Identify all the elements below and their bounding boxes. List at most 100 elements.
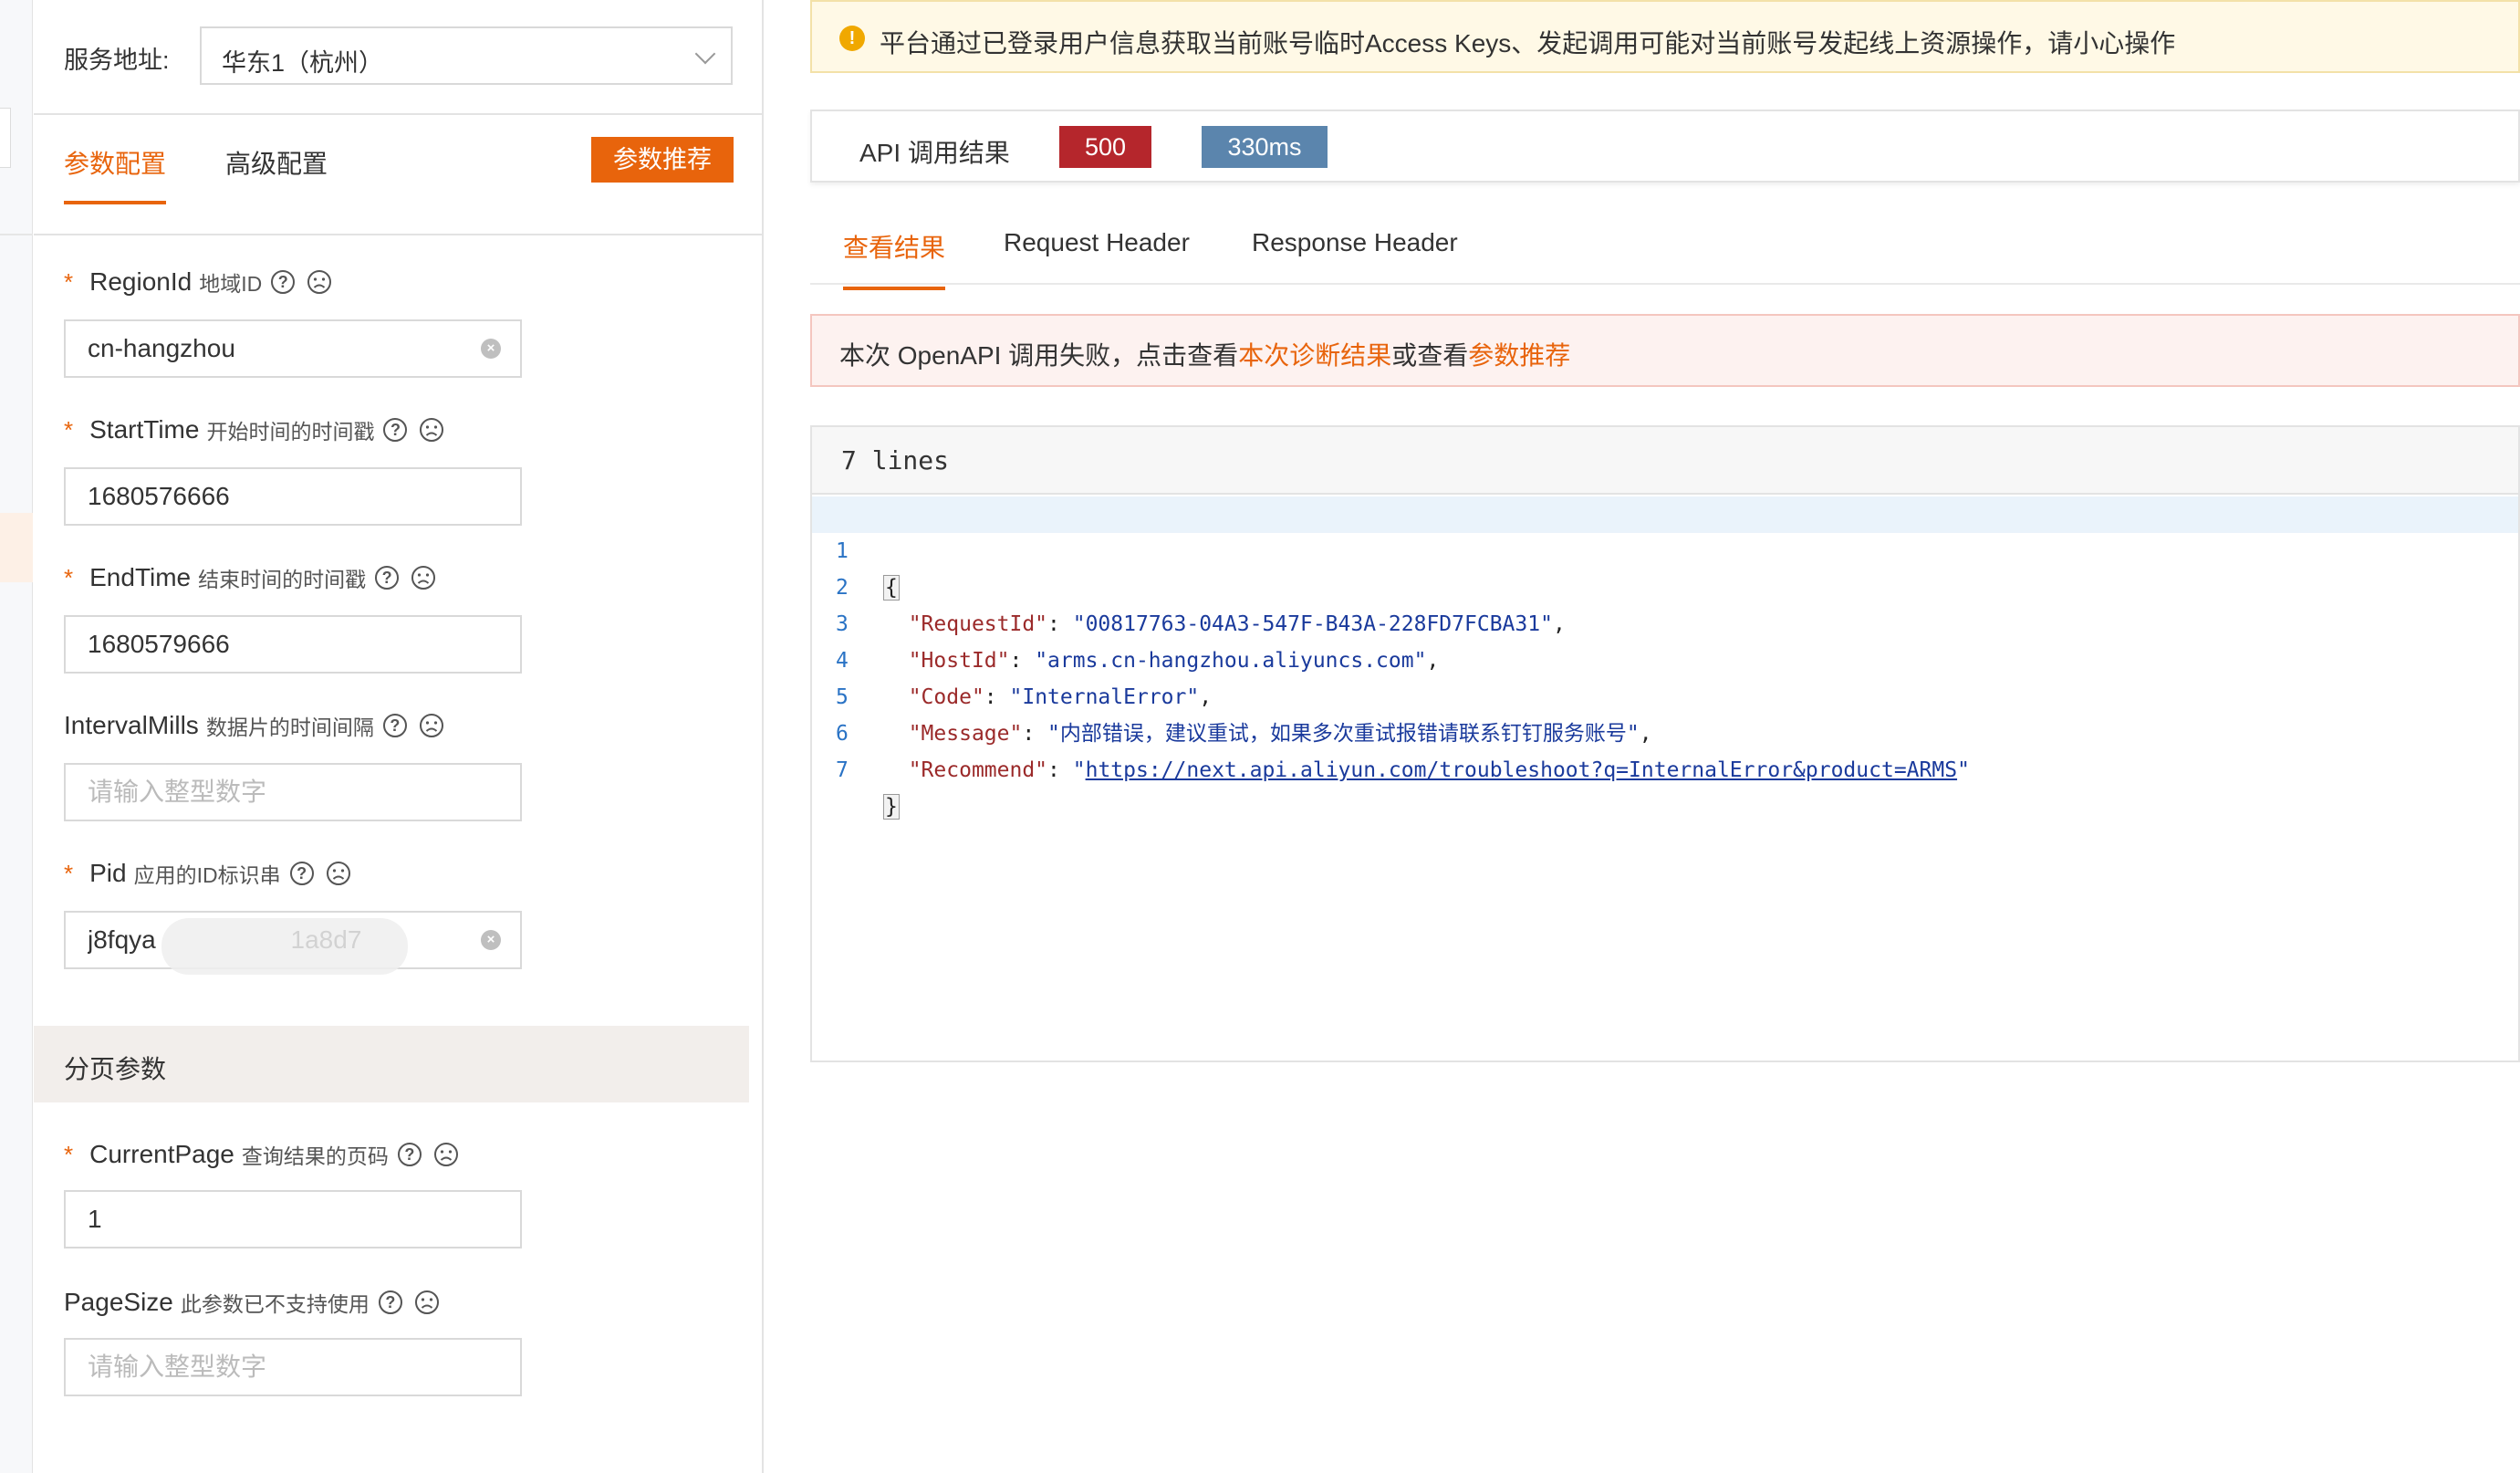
json-quote: " [1957,758,1970,782]
section-title: 分页参数 [64,1055,167,1083]
feedback-frown-icon[interactable] [410,564,437,591]
field-desc: 此参数已不支持使用 [180,1292,370,1316]
field-label-regionid: * RegionId 地域ID ? [64,266,333,298]
field-desc: 数据片的时间间隔 [205,716,374,739]
api-result-bar: API 调用结果 500 330ms [810,110,2520,183]
pagesize-input[interactable] [64,1338,522,1396]
help-icon[interactable]: ? [383,418,408,442]
feedback-frown-icon[interactable] [418,416,445,444]
field-name: PageSize [64,1288,173,1316]
field-name: RegionId [89,267,193,296]
field-desc: 应用的ID标识串 [133,863,281,887]
help-icon[interactable]: ? [289,862,314,885]
error-prefix: 本次 OpenAPI 调用失败，点击查看 [839,341,1239,370]
intervalmills-input[interactable] [64,763,522,821]
feedback-frown-icon[interactable] [418,712,445,739]
starttime-input[interactable] [64,467,522,526]
feedback-frown-icon[interactable] [432,1141,460,1168]
param-recommend-link[interactable]: 参数推荐 [1468,341,1570,370]
help-icon[interactable]: ? [375,566,400,590]
status-code-badge: 500 [1059,126,1151,168]
param-form-panel: 服务地址: 华东1（杭州） 参数配置 高级配置 参数推荐 * RegionId … [34,0,764,1473]
help-icon[interactable]: ? [271,270,296,294]
required-mark: * [64,267,74,296]
error-text: 本次 OpenAPI 调用失败，点击查看本次诊断结果或查看参数推荐 [839,336,1570,372]
code-line: 6 "Recommend": "https://next.api.aliyun.… [812,679,2518,782]
close-brace: } [883,794,900,820]
tab-params[interactable]: 参数配置 [64,144,167,204]
side-nav-active-item[interactable] [0,513,33,582]
code-header: 7 lines [812,427,2518,495]
required-mark: * [64,563,74,591]
service-address-label: 服务地址: [64,47,170,74]
feedback-frown-icon[interactable] [306,268,333,296]
code-line: 7 } [812,716,2518,820]
field-desc: 地域ID [199,272,263,296]
required-mark: * [64,415,74,444]
json-quote: " [1072,758,1086,782]
service-address-value: 华东1（杭州） [222,49,384,77]
recommend-url-link[interactable]: https://next.api.aliyun.com/troubleshoot… [1086,758,1957,782]
field-desc: 查询结果的页码 [241,1144,389,1168]
side-nav-segment [0,108,11,168]
feedback-frown-icon[interactable] [413,1289,441,1316]
result-title: API 调用结果 [859,139,1010,167]
field-label-endtime: * EndTime 结束时间的时间戳 ? [64,562,437,593]
config-tabs: 参数配置 高级配置 参数推荐 [34,117,764,235]
regionid-input[interactable] [64,319,522,378]
required-mark: * [64,859,74,887]
help-icon[interactable]: ? [378,1290,402,1314]
field-label-starttime: * StartTime 开始时间的时间戳 ? [64,414,445,445]
code-line: 3 "HostId": "arms.cn-hangzhou.aliyuncs.c… [812,569,2518,673]
field-label-pagesize: PageSize 此参数已不支持使用 ? [64,1287,441,1318]
service-address-select[interactable]: 华东1（杭州） [200,26,733,85]
field-name: EndTime [89,563,192,591]
error-middle: 或查看 [1391,341,1469,370]
warning-icon: ! [839,26,865,51]
result-tabs: 查看结果 Request Header Response Header [810,203,2520,290]
code-lines: 1 { 2 "RequestId": "00817763-04A3-547F-B… [812,496,2518,820]
field-name: IntervalMills [64,711,199,739]
line-text: "Recommend": "https://next.api.aliyun.co… [908,758,1970,782]
code-line: 5 "Message": "内部错误，建议重试，如果多次重试报错请联系钉钉服务账… [812,642,2518,746]
field-desc: 结束时间的时间戳 [198,568,367,591]
field-desc: 开始时间的时间戳 [206,420,375,444]
param-recommend-button[interactable]: 参数推荐 [591,137,734,183]
clear-icon[interactable]: × [481,930,501,950]
field-name: CurrentPage [89,1140,234,1168]
side-nav-strip [0,0,33,1473]
chevron-down-icon [694,43,716,65]
field-label-intervalmills: IntervalMills 数据片的时间间隔 ? [64,710,445,741]
clear-icon[interactable]: × [481,339,501,359]
redaction-mask [161,918,408,975]
code-line: 1 { [812,496,2518,601]
feedback-frown-icon[interactable] [325,860,352,887]
service-address-row: 服务地址: 华东1（杭州） [34,0,764,115]
json-code-viewer: 7 lines 1 { 2 "RequestId": "00817763-04A… [810,425,2520,1062]
tab-view-result[interactable]: 查看结果 [843,228,946,290]
help-icon[interactable]: ? [397,1143,422,1166]
field-label-currentpage: * CurrentPage 查询结果的页码 ? [64,1139,460,1170]
help-icon[interactable]: ? [382,714,407,737]
tab-advanced[interactable]: 高级配置 [225,144,328,201]
required-mark: * [64,1140,74,1168]
code-line: 4 "Code": "InternalError", [812,606,2518,709]
line-text: } [883,789,900,825]
pagination-section-header: 分页参数 [34,1026,749,1102]
error-message-box: 本次 OpenAPI 调用失败，点击查看本次诊断结果或查看参数推荐 [810,314,2520,387]
line-number: 7 [836,758,849,782]
tab-request-header[interactable]: Request Header [1004,228,1190,279]
json-key: "Recommend" [908,758,1048,782]
diagnosis-link[interactable]: 本次诊断结果 [1238,341,1391,370]
field-name: StartTime [89,415,200,444]
code-line: 2 "RequestId": "00817763-04A3-547F-B43A-… [812,533,2518,636]
field-label-pid: * Pid 应用的ID标识串 ? [64,858,352,889]
line-count: 7 lines [841,445,950,475]
latency-badge: 330ms [1202,126,1328,168]
warning-alert: ! 平台通过已登录用户信息获取当前账号临时Access Keys、发起调用可能对… [810,0,2520,73]
side-nav-divider [0,234,33,235]
currentpage-input[interactable] [64,1190,522,1248]
tab-response-header[interactable]: Response Header [1252,228,1458,279]
field-name: Pid [89,859,127,887]
endtime-input[interactable] [64,615,522,674]
